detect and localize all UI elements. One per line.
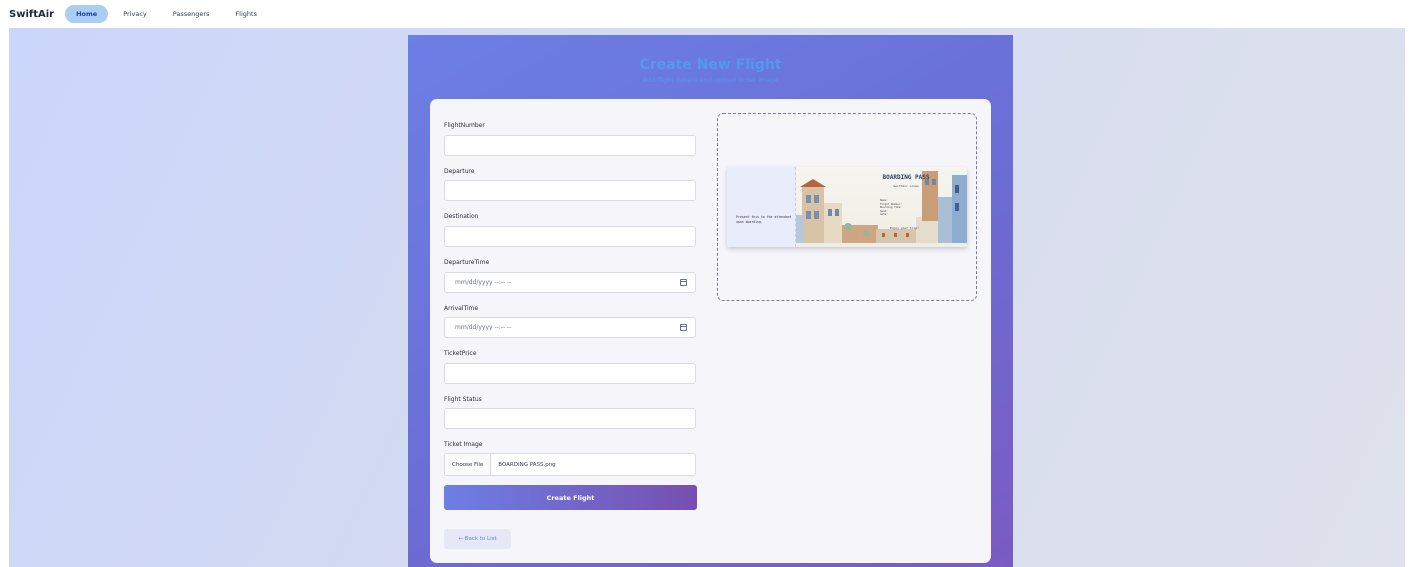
pass-title: BOARDING PASS: [882, 174, 930, 181]
pass-stub-text: Present this to the attendant upon board…: [736, 215, 792, 224]
flight-number-label: FlightNumber: [444, 122, 485, 129]
departure-label: Departure: [444, 168, 475, 175]
flight-status-input[interactable]: [444, 408, 696, 429]
top-navbar: SwiftAir Home Privacy Passengers Flights: [0, 0, 1413, 28]
pass-artwork: BOARDING PASS SwiftAir Lines Name: Fligh…: [796, 167, 967, 247]
destination-label: Destination: [444, 213, 479, 220]
ticket-price-input[interactable]: [444, 363, 696, 384]
pass-stub: Present this to the attendant upon board…: [727, 167, 796, 247]
page-subtitle: Add flight details and upload ticket ima…: [642, 76, 779, 84]
back-to-list-button[interactable]: ← Back to List: [444, 529, 511, 549]
departure-time-placeholder: mm/dd/yyyy --:-- --: [455, 279, 512, 286]
create-flight-button[interactable]: Create Flight: [444, 485, 697, 510]
calendar-icon[interactable]: [680, 279, 687, 286]
pass-detail-line: Gate:: [880, 213, 888, 217]
flight-number-input[interactable]: [444, 135, 696, 156]
page-title: Create New Flight: [639, 57, 782, 73]
nav-privacy[interactable]: Privacy: [112, 5, 158, 23]
nav-flights[interactable]: Flights: [224, 5, 268, 23]
brand-logo[interactable]: SwiftAir: [9, 9, 54, 20]
nav-passengers[interactable]: Passengers: [162, 5, 221, 23]
ticket-price-label: TicketPrice: [444, 350, 477, 357]
selected-file-name: BOARDING PASS.png: [498, 461, 556, 468]
arrival-time-label: ArrivalTime: [444, 305, 479, 312]
ticket-image-input[interactable]: Choose File BOARDING PASS.png: [444, 453, 696, 476]
departure-time-label: DepartureTime: [444, 259, 490, 266]
departure-input[interactable]: [444, 180, 696, 201]
boarding-pass-preview: Present this to the attendant upon board…: [727, 167, 967, 247]
ticket-image-label: Ticket Image: [444, 441, 483, 448]
arrival-time-input[interactable]: mm/dd/yyyy --:-- --: [444, 317, 696, 338]
choose-file-button[interactable]: Choose File: [445, 454, 492, 475]
flight-status-label: Flight Status: [444, 396, 482, 403]
nav-home[interactable]: Home: [65, 5, 109, 23]
arrival-time-placeholder: mm/dd/yyyy --:-- --: [455, 324, 512, 331]
pass-subtitle: SwiftAir Lines: [893, 184, 919, 188]
departure-time-input[interactable]: mm/dd/yyyy --:-- --: [444, 272, 696, 293]
pass-footer: Enjoy your trip!: [890, 226, 919, 230]
destination-input[interactable]: [444, 226, 696, 247]
calendar-icon[interactable]: [680, 324, 687, 331]
pass-details: Name: Flight Number: Boarding Time: Seat…: [880, 199, 902, 217]
